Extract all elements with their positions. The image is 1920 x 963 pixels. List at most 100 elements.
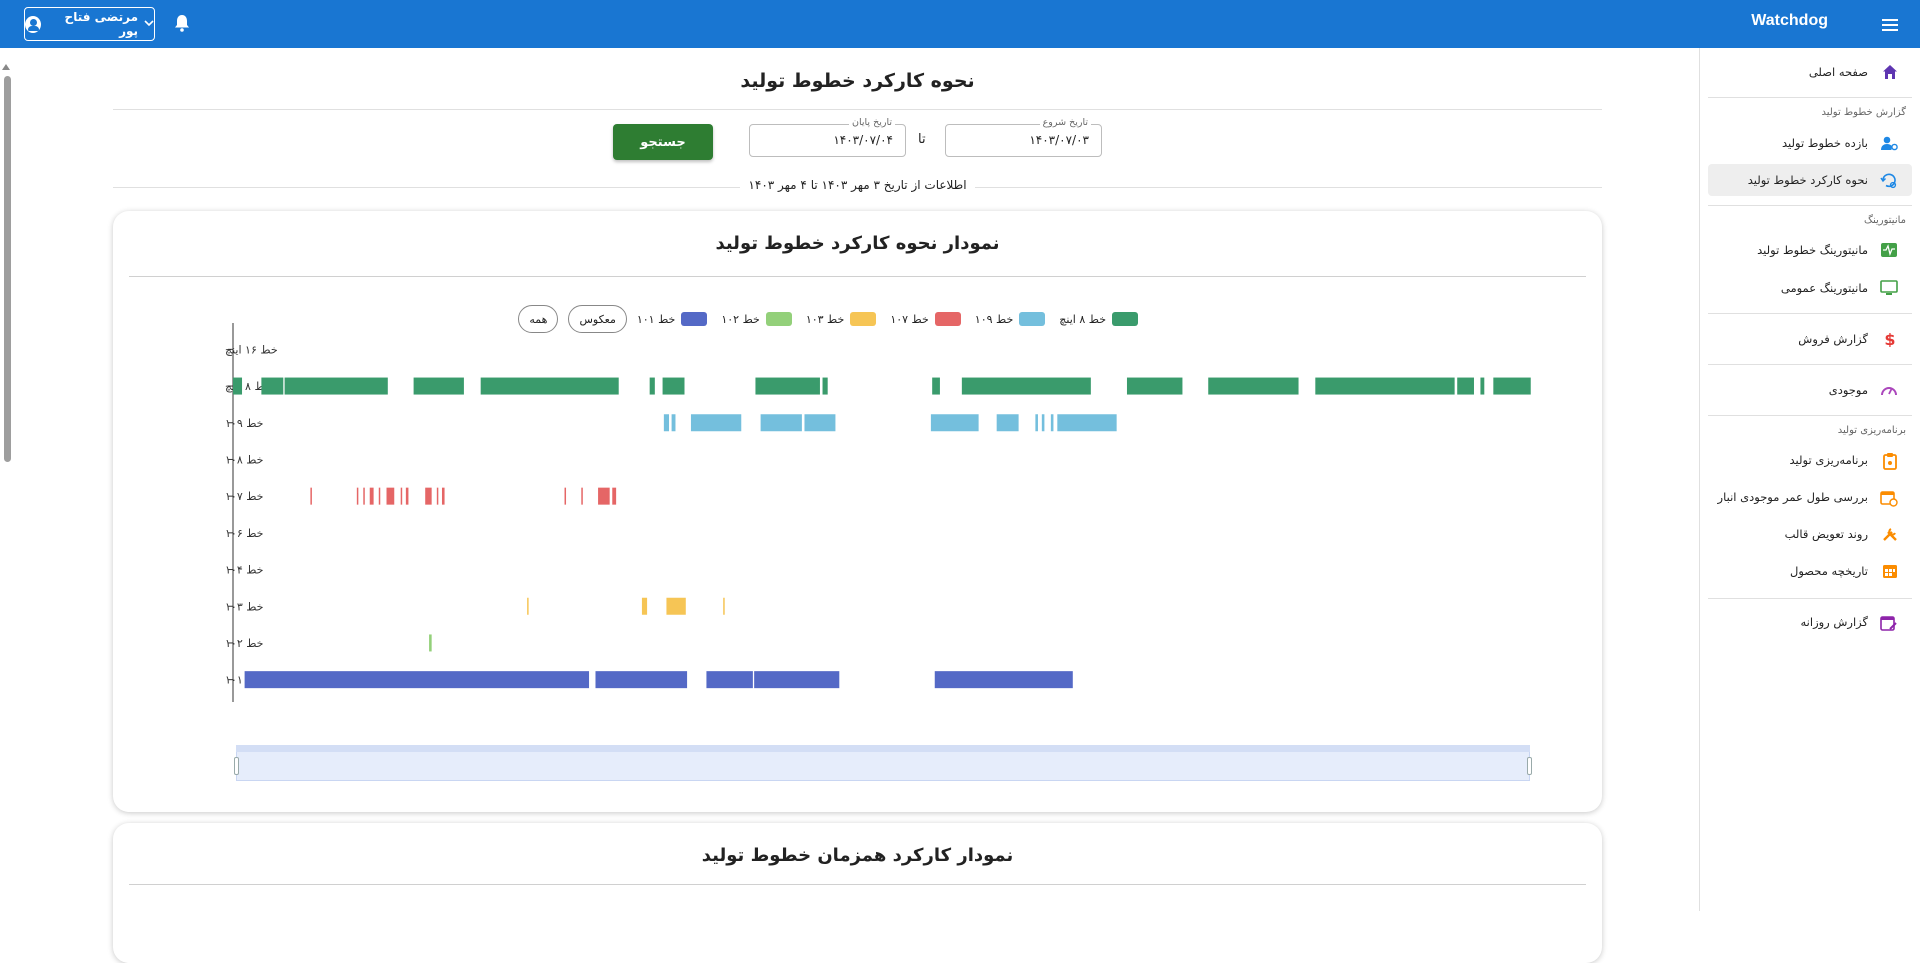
- timeline-segment[interactable]: [755, 377, 820, 395]
- timeline-segment[interactable]: [1050, 414, 1054, 432]
- timeline-segment[interactable]: [480, 377, 619, 395]
- hamburger-menu-icon[interactable]: [1882, 17, 1898, 31]
- sidebar-item-label: مانیتورینگ خطوط تولید: [1757, 243, 1868, 257]
- timeline-segment[interactable]: [663, 414, 670, 432]
- timeline-segment[interactable]: [425, 487, 432, 505]
- sidebar-section-monitoring: مانیتورینگ: [1864, 215, 1906, 226]
- timeline-segment[interactable]: [706, 671, 753, 689]
- svg-text:$: $: [1884, 331, 1895, 347]
- timeline-segment[interactable]: [310, 487, 312, 505]
- timeline-segment[interactable]: [723, 597, 725, 615]
- timeline-segment[interactable]: [369, 487, 374, 505]
- timeline-segment[interactable]: [641, 597, 648, 615]
- timeline-segment[interactable]: [527, 597, 529, 615]
- sidebar-item-daily-report[interactable]: گزارش روزانه: [1708, 606, 1912, 638]
- to-label: تا: [918, 132, 926, 147]
- sidebar-item-monitoring-lines[interactable]: مانیتورینگ خطوط تولید: [1708, 234, 1912, 266]
- home-icon: [1882, 64, 1898, 80]
- sidebar-item-efficiency[interactable]: بازده خطوط تولید: [1708, 127, 1912, 159]
- sidebar-item-label: روند تعویض قالب: [1784, 527, 1868, 541]
- sidebar-item-sales[interactable]: $ گزارش فروش: [1708, 323, 1912, 355]
- sidebar-divider: [1708, 598, 1912, 599]
- timeline-segment[interactable]: [932, 377, 940, 395]
- timeline-segment[interactable]: [1480, 377, 1485, 395]
- timeline-segment[interactable]: [595, 671, 688, 689]
- dollar-icon: $: [1882, 330, 1898, 349]
- zoom-handle-left[interactable]: [234, 757, 239, 775]
- timeline-segment[interactable]: [581, 487, 583, 505]
- sidebar-item-shelf-life[interactable]: بررسی طول عمر موجودی انبار: [1708, 481, 1912, 513]
- search-button[interactable]: جستجو: [613, 124, 713, 160]
- title-divider: [113, 109, 1602, 110]
- sidebar-item-mold[interactable]: روند تعویض قالب: [1708, 518, 1912, 550]
- sidebar-item-monitoring-general[interactable]: مانیتورینگ عمومی: [1708, 272, 1912, 304]
- sidebar-item-operation[interactable]: نحوه کارکرد خطوط تولید: [1708, 164, 1912, 196]
- scrollbar-thumb[interactable]: [4, 76, 11, 462]
- timeline-segment[interactable]: [961, 377, 1091, 395]
- timeline-segment[interactable]: [996, 414, 1019, 432]
- timeline-segment[interactable]: [363, 487, 365, 505]
- timeline-segment[interactable]: [400, 487, 403, 505]
- y-tick-label: خط ۱۰۴: [225, 564, 263, 577]
- y-tick-label: خط ۱۰۲: [225, 637, 263, 650]
- timeline-segment[interactable]: [1041, 414, 1045, 432]
- timeline-segment[interactable]: [1457, 377, 1474, 395]
- sidebar-item-label: گزارش فروش: [1798, 332, 1868, 346]
- timeline-segment[interactable]: [804, 414, 836, 432]
- sidebar-item-inventory[interactable]: موجودی: [1708, 374, 1912, 406]
- timeline-segment[interactable]: [378, 487, 381, 505]
- timeline-segment[interactable]: [649, 377, 655, 395]
- y-tick-label: خط ۱۰۳: [225, 600, 263, 613]
- timeline-segment[interactable]: [441, 487, 445, 505]
- timeline-segment[interactable]: [405, 487, 409, 505]
- y-tick-label: خط ۱۰۷: [225, 490, 263, 503]
- timeline-segment[interactable]: [930, 414, 979, 432]
- sidebar-item-planning[interactable]: برنامه‌ریزی تولید: [1708, 444, 1912, 476]
- timeline-segment[interactable]: [1493, 377, 1531, 395]
- timeline-segment[interactable]: [436, 487, 439, 505]
- timeline-segment[interactable]: [666, 597, 686, 615]
- timeline-segment[interactable]: [760, 414, 802, 432]
- timeline-segment[interactable]: [429, 634, 432, 652]
- timeline-segment[interactable]: [564, 487, 567, 505]
- start-date-value: ۱۴۰۳/۰۷/۰۳: [1029, 133, 1089, 147]
- timeline-segment[interactable]: [233, 377, 243, 395]
- timeline-segment[interactable]: [690, 414, 742, 432]
- timeline-segment[interactable]: [356, 487, 359, 505]
- timeline-segment[interactable]: [934, 671, 1073, 689]
- end-date-field[interactable]: تاریخ پایان ۱۴۰۳/۰۷/۰۴: [749, 117, 906, 157]
- tools-icon: [1882, 526, 1898, 542]
- start-date-field[interactable]: تاریخ شروع ۱۴۰۳/۰۷/۰۳: [945, 117, 1102, 157]
- timeline-segment[interactable]: [1315, 377, 1455, 395]
- sidebar-item-history[interactable]: تاریخچه محصول: [1708, 555, 1912, 587]
- timeline-segment[interactable]: [754, 671, 840, 689]
- timeline-segment[interactable]: [1035, 414, 1038, 432]
- timeline-segment[interactable]: [671, 414, 676, 432]
- timeline-segment[interactable]: [1126, 377, 1183, 395]
- timeline-segment[interactable]: [386, 487, 395, 505]
- timeline-segment[interactable]: [612, 487, 617, 505]
- user-menu-button[interactable]: مرتضی فتاح پور: [24, 7, 155, 41]
- concurrency-chart-card: نمودار کارکرد همزمان خطوط تولید: [113, 823, 1602, 963]
- timeline-segment[interactable]: [598, 487, 610, 505]
- zoom-handle-right[interactable]: [1527, 757, 1532, 775]
- timeline-segment[interactable]: [1208, 377, 1299, 395]
- timeline-segment[interactable]: [261, 377, 284, 395]
- operation-chart-card: نمودار نحوه کارکرد خطوط تولید همه معکوس …: [113, 211, 1602, 812]
- timeline-segment[interactable]: [662, 377, 685, 395]
- timeline-segment[interactable]: [822, 377, 828, 395]
- card-divider: [129, 276, 1586, 277]
- scroll-up-arrow-icon[interactable]: [2, 64, 10, 70]
- timeline-segment[interactable]: [1057, 414, 1117, 432]
- sidebar-item-label: موجودی: [1828, 383, 1868, 397]
- user-name: مرتضی فتاح پور: [64, 10, 138, 38]
- timeline-segment[interactable]: [413, 377, 464, 395]
- zoom-slider-top: [236, 745, 1530, 752]
- timeline-segment[interactable]: [284, 377, 388, 395]
- timeline-segment[interactable]: [244, 671, 590, 689]
- sidebar-item-label: صفحه اصلی: [1808, 65, 1868, 79]
- main-content: نحوه کارکرد خطوط تولید تاریخ شروع ۱۴۰۳/۰…: [113, 48, 1602, 963]
- sidebar-item-home[interactable]: صفحه اصلی: [1708, 56, 1912, 88]
- bell-icon[interactable]: [174, 14, 190, 32]
- date-range-text: اطلاعات از تاریخ ۳ مهر ۱۴۰۳ تا ۴ مهر ۱۴۰…: [740, 178, 975, 192]
